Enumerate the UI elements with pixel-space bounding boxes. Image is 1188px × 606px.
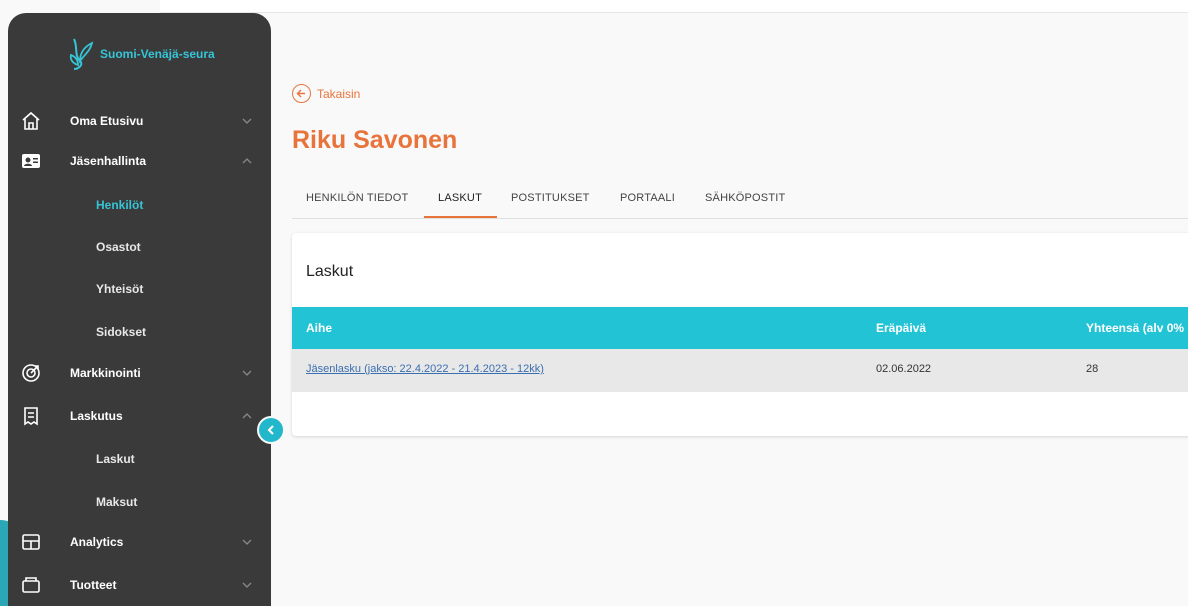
sidebar-subitem-label: Maksut (96, 495, 138, 509)
sidebar-collapse-button[interactable] (257, 416, 285, 444)
invoice-total: 28 (1086, 363, 1099, 375)
invoice-icon (21, 406, 41, 426)
chevron-up-icon (242, 158, 252, 164)
sidebar-subitem-label: Sidokset (96, 325, 147, 339)
home-icon (21, 111, 41, 131)
column-header-yhteensa[interactable]: Yhteensä (alv 0% (1086, 321, 1184, 335)
chevron-up-icon (242, 413, 252, 419)
sidebar-subitem-osastot[interactable]: Osastot (8, 230, 271, 264)
tab-sahkopostit[interactable]: SÄHKÖPOSTIT (705, 178, 785, 218)
sidebar-item-label: Jäsenhallinta (70, 154, 147, 168)
invoice-subject-link[interactable]: Jäsenlasku (jakso: 22.4.2022 - 21.4.2023… (306, 363, 544, 375)
sidebar-item-analytics[interactable]: Analytics (8, 524, 271, 560)
sidebar-item-tuotteet[interactable]: Tuotteet (8, 567, 271, 603)
sidebar-subitem-label: Yhteisöt (96, 282, 144, 296)
chevron-down-icon (242, 370, 252, 376)
chevron-down-icon (242, 539, 252, 545)
target-icon (21, 363, 41, 383)
sidebar-item-jasenhallinta[interactable]: Jäsenhallinta (8, 143, 271, 179)
sidebar-item-label: Tuotteet (70, 578, 117, 592)
tab-bar: HENKILÖN TIEDOT LASKUT POSTITUKSET PORTA… (292, 178, 1188, 219)
sidebar-subitem-laskut[interactable]: Laskut (8, 442, 271, 476)
invoice-due-date: 02.06.2022 (876, 363, 932, 375)
brand-logo[interactable]: Suomi-Venäjä-seura (68, 37, 215, 71)
chevron-left-icon (267, 425, 274, 435)
sidebar-item-label: Markkinointi (70, 366, 141, 380)
chevron-down-icon (242, 582, 252, 588)
back-link[interactable]: Takaisin (292, 84, 360, 103)
brand-name: Suomi-Venäjä-seura (100, 47, 215, 61)
leaf-logo-icon (69, 38, 94, 70)
sidebar-item-laskutus[interactable]: Laskutus (8, 398, 271, 434)
column-header-aihe[interactable]: Aihe (306, 321, 332, 335)
table-row[interactable]: Jäsenlasku (jakso: 22.4.2022 - 21.4.2023… (292, 349, 1188, 392)
sidebar-subitem-label: Henkilöt (96, 198, 144, 212)
tab-postitukset[interactable]: POSTITUKSET (511, 178, 590, 218)
invoices-card: Laskut Aihe Eräpäivä Yhteensä (alv 0% Jä… (292, 233, 1188, 436)
sidebar-subitem-sidokset[interactable]: Sidokset (8, 315, 271, 349)
sidebar-subitem-maksut[interactable]: Maksut (8, 485, 271, 519)
active-tab-indicator (424, 216, 497, 218)
top-bar (160, 0, 1188, 13)
arrow-left-icon (292, 84, 311, 103)
sidebar-item-oma-etusivu[interactable]: Oma Etusivu (8, 103, 271, 139)
sidebar-item-label: Oma Etusivu (70, 114, 144, 128)
sidebar: Suomi-Venäjä-seura Oma Etusivu Jäsenhall… (8, 13, 271, 606)
chevron-down-icon (242, 118, 252, 124)
tab-portaali[interactable]: PORTAALI (620, 178, 675, 218)
table-icon (21, 532, 41, 552)
sidebar-item-markkinointi[interactable]: Markkinointi (8, 355, 271, 391)
sidebar-item-label: Laskutus (70, 409, 123, 423)
tab-henkilon-tiedot[interactable]: HENKILÖN TIEDOT (306, 178, 408, 218)
sidebar-item-label: Analytics (70, 535, 124, 549)
box-icon (21, 575, 41, 595)
sidebar-subitem-label: Laskut (96, 452, 135, 466)
table-header: Aihe Eräpäivä Yhteensä (alv 0% (292, 307, 1188, 349)
column-header-erapaiva[interactable]: Eräpäivä (876, 321, 926, 335)
sidebar-subitem-label: Osastot (96, 240, 141, 254)
sidebar-subitem-yhteisot[interactable]: Yhteisöt (8, 272, 271, 306)
card-title: Laskut (306, 263, 354, 280)
tab-laskut[interactable]: LASKUT (438, 178, 482, 218)
id-card-icon (21, 151, 41, 171)
back-label: Takaisin (317, 86, 361, 101)
page-title: Riku Savonen (292, 126, 458, 154)
sidebar-subitem-henkilot[interactable]: Henkilöt (8, 188, 271, 222)
